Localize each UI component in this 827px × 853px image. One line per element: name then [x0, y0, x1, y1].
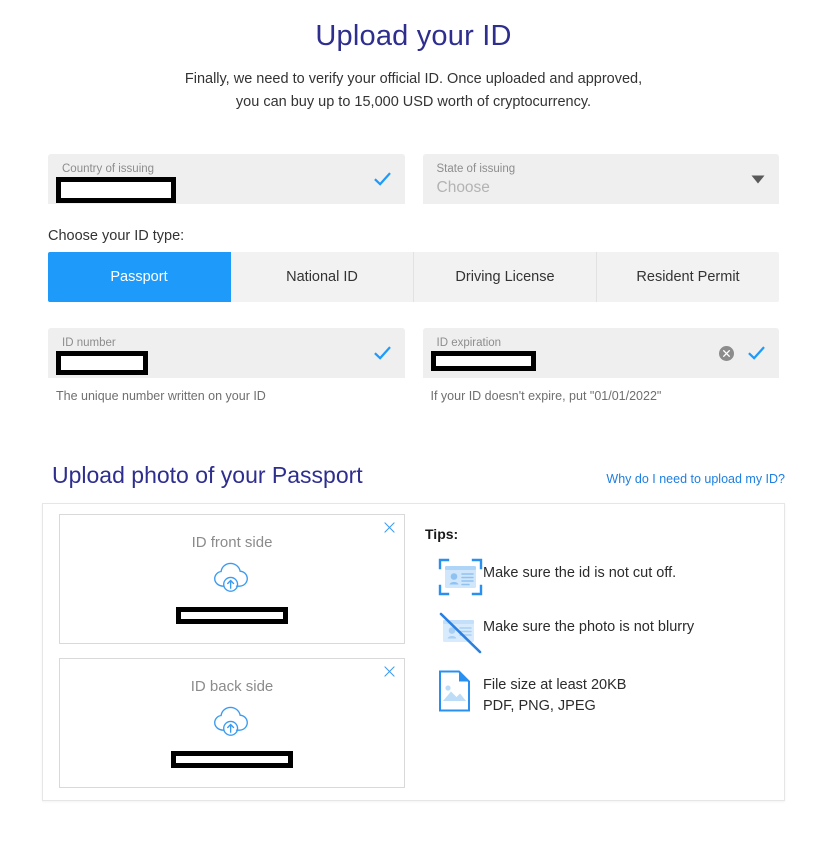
page-subtitle-line-1: Finally, we need to verify your official…	[184, 71, 643, 87]
state-of-issuing-field[interactable]: State of issuing Choose	[422, 154, 779, 204]
tab-resident-permit[interactable]: Resident Permit	[597, 252, 779, 302]
tip-icon-wrapper	[425, 558, 483, 596]
id-number-label: ID number	[62, 337, 116, 349]
tab-passport[interactable]: Passport	[48, 252, 231, 302]
id-expiration-label: ID expiration	[436, 337, 502, 349]
id-number-field[interactable]: ID number	[48, 328, 405, 378]
id-expiration-col: ID expiration If your ID doesn't expire,…	[422, 328, 779, 404]
id-detail-fields-row: ID number The unique number written on y…	[0, 328, 827, 404]
upload-section-title: Upload photo of your Passport	[52, 462, 363, 488]
tip-line-1: Make sure the photo is not blurry	[483, 619, 695, 635]
check-icon	[748, 345, 765, 360]
dropzone-back-filename-redacted	[171, 751, 293, 768]
image-file-icon	[439, 670, 470, 712]
tip-item-file-size: File size at least 20KB PDF, PNG, JPEG	[425, 670, 774, 717]
id-expiration-help-text: If your ID doesn't expire, put "01/01/20…	[430, 389, 662, 403]
id-number-value-redacted	[56, 351, 148, 375]
page-subtitle-line-2: you can buy up to 15,000 USD worth of cr…	[235, 94, 592, 110]
state-field-placeholder: Choose	[436, 179, 490, 196]
country-field-label: Country of issuing	[62, 163, 155, 175]
tips-panel: Tips: Make sure the id is not cut off. M…	[413, 514, 784, 788]
id-type-tabs: Passport National ID Driving License Res…	[48, 252, 779, 302]
tip-line-2: PDF, PNG, JPEG	[483, 698, 596, 714]
cloud-upload-icon	[214, 562, 248, 592]
tip-line-1: File size at least 20KB	[483, 677, 627, 693]
id-number-col: ID number The unique number written on y…	[48, 328, 405, 404]
tip-icon-wrapper	[425, 612, 483, 654]
why-upload-id-link[interactable]: Why do I need to upload my ID?	[606, 472, 785, 486]
tip-icon-wrapper	[425, 670, 483, 712]
state-field-adornments	[751, 154, 765, 204]
id-card-blurry-crossed-icon	[439, 612, 482, 654]
country-field-col: Country of issuing	[48, 154, 405, 204]
issuing-fields-row: Country of issuing State of issuing Choo…	[0, 154, 827, 204]
id-number-help-text: The unique number written on your ID	[56, 389, 266, 403]
clear-circle-icon[interactable]	[719, 345, 734, 361]
dropzone-front-title: ID front side	[191, 534, 273, 551]
tip-text-file-size: File size at least 20KB PDF, PNG, JPEG	[483, 670, 626, 717]
tip-item-not-cut-off: Make sure the id is not cut off.	[425, 558, 774, 596]
dropzone-list: ID front side ID back side	[43, 514, 413, 788]
page-title: Upload your ID	[315, 20, 512, 52]
state-field-col: State of issuing Choose	[422, 154, 779, 204]
country-value-redacted	[56, 177, 176, 203]
page-subtitle: Finally, we need to verify your official…	[134, 68, 694, 114]
chevron-down-icon[interactable]	[751, 175, 765, 184]
upload-section-header: Upload photo of your Passport Why do I n…	[0, 462, 827, 489]
country-of-issuing-field[interactable]: Country of issuing	[48, 154, 405, 204]
tip-item-not-blurry: Make sure the photo is not blurry	[425, 612, 774, 654]
check-icon	[373, 171, 391, 186]
country-field-adornments	[373, 154, 391, 204]
cloud-upload-icon	[214, 706, 248, 736]
tips-title: Tips:	[425, 526, 459, 542]
id-number-adornments	[373, 328, 391, 378]
tip-text-not-blurry: Make sure the photo is not blurry	[483, 612, 694, 638]
upload-card: ID front side ID back side Tips: Make su…	[42, 503, 785, 801]
tab-national-id[interactable]: National ID	[231, 252, 414, 302]
id-expiration-adornments	[719, 328, 765, 378]
id-expiration-field[interactable]: ID expiration	[422, 328, 779, 378]
id-type-section-label: Choose your ID type:	[48, 228, 185, 244]
dropzone-id-front-side[interactable]: ID front side	[59, 514, 405, 644]
state-field-label: State of issuing	[436, 163, 516, 175]
id-card-framed-icon	[438, 558, 483, 596]
dropzone-front-filename-redacted	[176, 607, 288, 624]
dropzone-back-title: ID back side	[190, 678, 274, 695]
close-icon[interactable]	[384, 522, 395, 533]
dropzone-id-back-side[interactable]: ID back side	[59, 658, 405, 788]
tip-line-1: Make sure the id is not cut off.	[483, 565, 677, 581]
close-icon[interactable]	[384, 666, 395, 677]
tab-driving-license[interactable]: Driving License	[414, 252, 597, 302]
id-expiration-value-redacted	[430, 351, 536, 371]
check-icon	[373, 345, 391, 360]
tip-text-not-cut-off: Make sure the id is not cut off.	[483, 558, 676, 584]
